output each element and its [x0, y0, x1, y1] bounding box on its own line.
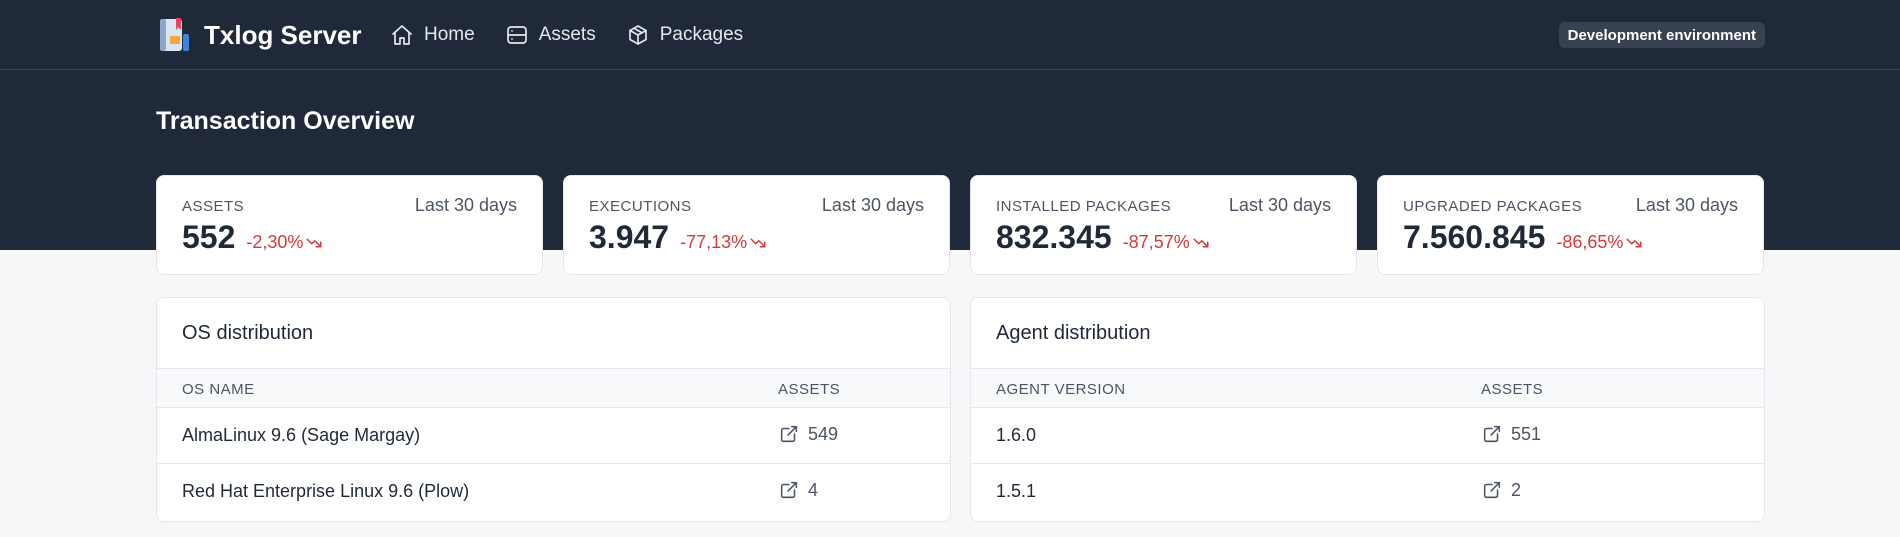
- stat-value: 832.345: [996, 219, 1112, 255]
- column-header-os-name: OS NAME: [182, 381, 255, 398]
- stat-card-installed-packages: INSTALLED PACKAGES Last 30 days 832.345 …: [970, 175, 1357, 275]
- table-row: AlmaLinux 9.6 (Sage Margay) 549: [157, 408, 950, 464]
- nav-packages[interactable]: Packages: [626, 23, 743, 47]
- server-icon: [506, 26, 527, 44]
- stat-change: -77,13%: [680, 232, 767, 253]
- stat-row: 3.947 -77,13%: [589, 219, 767, 256]
- trend-down-icon: [306, 238, 322, 247]
- stat-label: EXECUTIONS: [589, 198, 692, 215]
- stat-row: 7.560.845 -86,65%: [1403, 219, 1643, 256]
- nav-home[interactable]: Home: [390, 23, 475, 47]
- os-distribution-panel: OS distribution OS NAME ASSETS AlmaLinux…: [156, 297, 951, 522]
- stat-change: -87,57%: [1123, 232, 1210, 253]
- assets-link[interactable]: 4: [778, 479, 818, 501]
- external-link-icon: [1483, 481, 1501, 499]
- stat-label: UPGRADED PACKAGES: [1403, 198, 1583, 215]
- assets-link[interactable]: 2: [1481, 479, 1521, 501]
- stat-row: 552 -2,30%: [182, 219, 323, 256]
- stat-period: Last 30 days: [1635, 195, 1738, 215]
- stat-change: -86,65%: [1556, 232, 1643, 253]
- table-header: AGENT VERSION ASSETS: [971, 368, 1764, 408]
- stat-period: Last 30 days: [821, 195, 924, 215]
- table-row: Red Hat Enterprise Linux 9.6 (Plow) 4: [157, 464, 950, 520]
- stat-value: 3.947: [589, 219, 670, 255]
- stat-period: Last 30 days: [414, 195, 517, 215]
- trend-down-icon: [750, 238, 766, 247]
- stat-change-value: -87,57%: [1122, 232, 1190, 252]
- stat-label: INSTALLED PACKAGES: [996, 198, 1172, 215]
- panel-title: Agent distribution: [996, 322, 1151, 344]
- book-logo-icon: [160, 18, 189, 51]
- assets-link[interactable]: 551: [1481, 423, 1541, 445]
- nav-home-label: Home: [424, 24, 475, 45]
- column-header-assets: ASSETS: [778, 381, 841, 398]
- agent-version-cell: 1.6.0: [996, 425, 1037, 445]
- stat-change-value: -86,65%: [1556, 232, 1624, 252]
- brand[interactable]: Txlog Server: [156, 14, 362, 56]
- table-header: OS NAME ASSETS: [157, 368, 950, 408]
- assets-count: 4: [808, 479, 819, 500]
- trend-down-icon: [1193, 238, 1209, 247]
- home-icon: [392, 25, 412, 45]
- external-link-icon: [780, 481, 798, 499]
- stat-value: 552: [182, 219, 236, 255]
- stat-value: 7.560.845: [1403, 219, 1546, 255]
- assets-count: 551: [1511, 423, 1542, 444]
- stat-card-upgraded-packages: UPGRADED PACKAGES Last 30 days 7.560.845…: [1377, 175, 1764, 275]
- table-row: 1.6.0 551: [971, 408, 1764, 464]
- column-header-agent-version: AGENT VERSION: [996, 381, 1126, 398]
- table-row: 1.5.1 2: [971, 464, 1764, 520]
- package-icon: [628, 25, 647, 45]
- assets-count: 549: [808, 423, 839, 444]
- external-link-icon: [780, 425, 798, 443]
- nav-assets[interactable]: Assets: [505, 23, 596, 47]
- panel-title: OS distribution: [182, 322, 314, 344]
- nav-packages-label: Packages: [659, 24, 744, 45]
- trend-down-icon: [1626, 238, 1642, 247]
- agent-distribution-panel: Agent distribution AGENT VERSION ASSETS …: [970, 297, 1765, 522]
- app-name: Txlog Server: [204, 19, 362, 50]
- stat-period: Last 30 days: [1228, 195, 1331, 215]
- external-link-icon: [1483, 425, 1501, 443]
- agent-version-cell: 1.5.1: [996, 481, 1037, 501]
- os-name-cell: Red Hat Enterprise Linux 9.6 (Plow): [182, 481, 470, 501]
- os-name-cell: AlmaLinux 9.6 (Sage Margay): [182, 425, 421, 445]
- nav-assets-label: Assets: [538, 24, 596, 45]
- stat-card-assets: ASSETS Last 30 days 552 -2,30%: [156, 175, 543, 275]
- assets-link[interactable]: 549: [778, 423, 838, 445]
- stat-card-executions: EXECUTIONS Last 30 days 3.947 -77,13%: [563, 175, 950, 275]
- stat-row: 832.345 -87,57%: [996, 219, 1210, 256]
- main-nav: Home Assets Packages: [390, 18, 773, 52]
- stat-change: -2,30%: [246, 232, 323, 253]
- environment-badge: Development environment: [1558, 22, 1765, 48]
- assets-count: 2: [1511, 479, 1522, 500]
- stat-label: ASSETS: [182, 198, 245, 215]
- stat-change-value: -77,13%: [680, 232, 748, 252]
- column-header-assets: ASSETS: [1481, 381, 1544, 398]
- page-title: Transaction Overview: [156, 107, 415, 135]
- stat-change-value: -2,30%: [246, 232, 304, 252]
